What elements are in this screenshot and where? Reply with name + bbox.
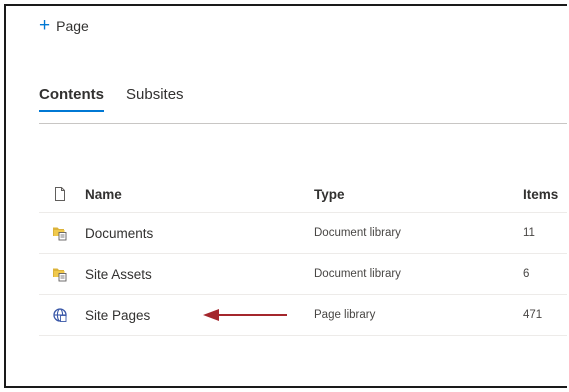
column-header-name[interactable]: Name	[85, 187, 122, 202]
tab-contents[interactable]: Contents	[39, 86, 104, 112]
site-contents-panel: + Page Contents Subsites Name Type Items	[4, 4, 567, 388]
table-row[interactable]: Site Assets Document library 6	[39, 254, 567, 295]
row-name-link[interactable]: Site Assets	[85, 267, 152, 282]
document-library-icon	[52, 266, 68, 282]
site-pages-name-cell: Site Pages	[85, 308, 287, 323]
row-items-count: 6	[523, 268, 530, 280]
content-tabs: Contents Subsites	[39, 86, 206, 112]
tab-subsites[interactable]: Subsites	[126, 86, 184, 112]
table-header-row: Name Type Items	[39, 176, 567, 213]
row-name-link[interactable]: Site Pages	[85, 308, 150, 323]
row-type: Page library	[314, 309, 376, 321]
row-items-count: 471	[523, 309, 543, 321]
row-type: Document library	[314, 268, 401, 280]
page-library-icon	[52, 307, 68, 323]
column-header-items[interactable]: Items	[523, 187, 558, 202]
plus-icon: +	[39, 15, 51, 36]
row-items-count: 11	[523, 227, 535, 239]
contents-table: Name Type Items Documents Document libra…	[39, 176, 567, 336]
new-page-label: Page	[56, 18, 89, 34]
table-row[interactable]: Site Pages Page library 471	[39, 295, 567, 336]
document-library-icon	[52, 225, 68, 241]
row-type: Document library	[314, 227, 401, 239]
pointer-arrow-icon	[203, 309, 287, 321]
row-name-link[interactable]: Documents	[85, 226, 153, 241]
column-header-type[interactable]: Type	[314, 187, 345, 202]
tabs-divider	[39, 123, 567, 124]
table-row[interactable]: Documents Document library 11	[39, 213, 567, 254]
file-type-header-icon[interactable]	[52, 186, 68, 202]
new-page-button[interactable]: + Page	[39, 15, 89, 36]
